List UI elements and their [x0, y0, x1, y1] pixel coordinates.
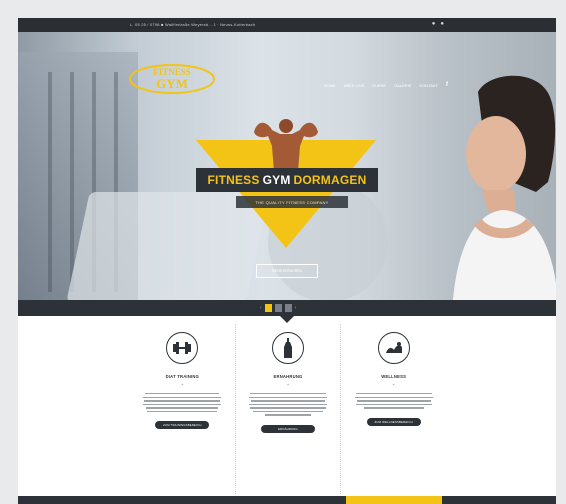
feature-text [249, 393, 327, 416]
slider-dot[interactable] [284, 304, 292, 312]
dumbbell-icon [166, 332, 199, 364]
social-icon[interactable]: ● [432, 21, 436, 27]
feature-training: DIAT TRAINING + ZUM TRAININGSBEREICH [130, 324, 235, 494]
slider-controls: ‹ › [18, 300, 556, 316]
slider-dot[interactable] [274, 304, 282, 312]
woman-image [453, 75, 556, 300]
feature-title: WELLNESS [381, 374, 407, 379]
nav-item-contact[interactable]: KONTAKT [419, 83, 438, 88]
feature-title: DIAT TRAINING [165, 374, 200, 379]
hero-cta-button[interactable]: MEHR ERFAHREN [256, 264, 318, 278]
nav-item-home[interactable]: HOME [324, 83, 336, 88]
slider-dot[interactable] [264, 304, 272, 312]
section-notch [280, 316, 294, 323]
features-section: DIAT TRAINING + ZUM TRAININGSBEREICH ERN… [130, 324, 446, 494]
contact-info: L. 05 25 / 0798 ■ Wallfirstraße Weyersb.… [130, 22, 256, 27]
social-icon[interactable]: ● [440, 21, 444, 27]
hero-title: FITNESS GYM DORMAGEN [196, 168, 378, 192]
topbar-icons: ● ● [432, 21, 444, 27]
svg-text:GYM: GYM [156, 76, 188, 91]
main-nav: HOME ÜBER UNS KURSE GALERIE KONTAKT f [324, 82, 448, 88]
feature-button[interactable]: ERNÄHRUNG [261, 424, 315, 433]
wellness-icon [377, 332, 410, 364]
feature-nutrition: ERNAHRUNG + ERNÄHRUNG [234, 324, 341, 494]
feature-title: ERNAHRUNG [273, 374, 303, 379]
prev-arrow-icon[interactable]: ‹ [260, 305, 262, 311]
feature-button[interactable]: ZUM TRAININGSBEREICH [155, 421, 210, 430]
nav-item-about[interactable]: ÜBER UNS [344, 83, 365, 88]
next-arrow-icon[interactable]: › [295, 305, 297, 311]
nav-item-gallery[interactable]: GALERIE [394, 83, 411, 88]
feature-text [143, 393, 222, 413]
hero-subtitle: THE QUALITY FITNESS COMPANY [236, 196, 348, 208]
bottle-icon [272, 332, 304, 364]
hero-slider: FITNESS GYM HOME ÜBER UNS KURSE GALERIE … [18, 32, 556, 300]
fitness-gym-logo[interactable]: FITNESS GYM [126, 60, 216, 96]
top-info-bar: L. 05 25 / 0798 ■ Wallfirstraße Weyersb.… [18, 18, 556, 32]
page: L. 05 25 / 0798 ■ Wallfirstraße Weyersb.… [18, 18, 556, 504]
feature-button[interactable]: ZUM WELLNESSBEREICH [366, 417, 421, 426]
nav-item-courses[interactable]: KURSE [372, 83, 386, 88]
feature-text [354, 393, 433, 409]
feature-wellness: WELLNESS + ZUM WELLNESSBEREICH [340, 324, 446, 494]
bodybuilder-image [254, 119, 318, 172]
facebook-icon[interactable]: f [446, 82, 448, 88]
footer-strip [18, 496, 556, 504]
